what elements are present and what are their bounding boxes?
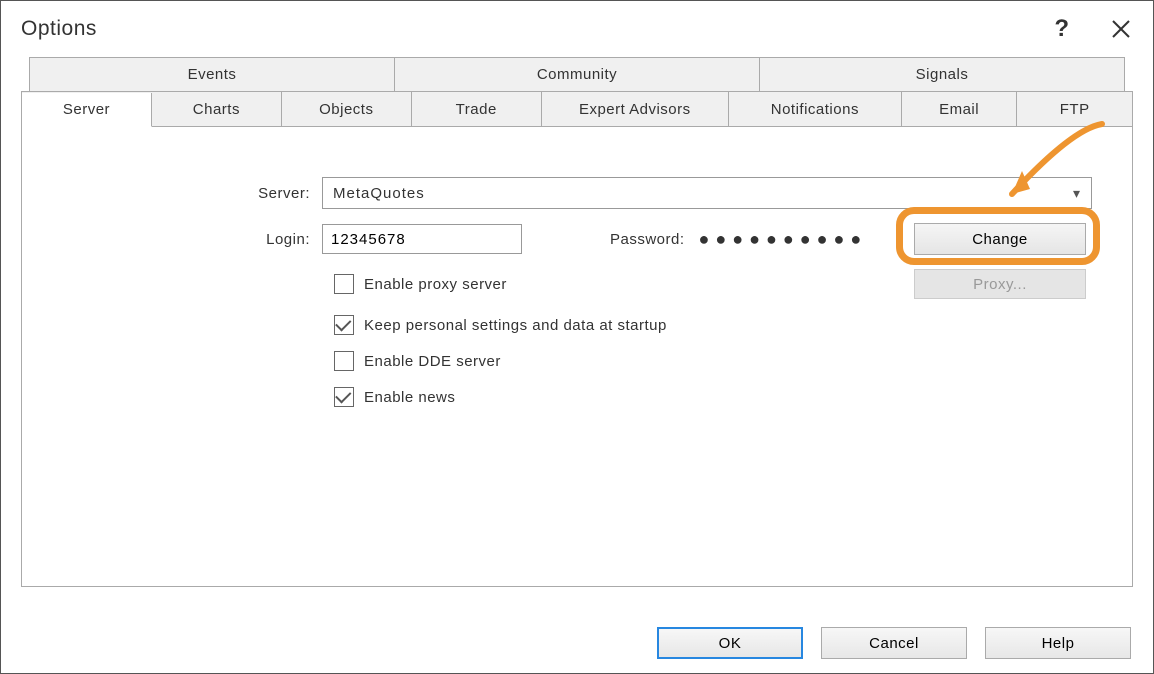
tab-trade[interactable]: Trade xyxy=(412,92,542,126)
tab-community[interactable]: Community xyxy=(395,58,760,91)
row-proxy: Enable proxy server Proxy... xyxy=(62,269,1092,299)
change-button[interactable]: Change xyxy=(914,223,1086,255)
options-dialog: Options ? Events Community Signals Serve… xyxy=(0,0,1154,674)
label-login: Login: xyxy=(62,231,322,248)
label-news[interactable]: Enable news xyxy=(364,389,455,406)
label-dde[interactable]: Enable DDE server xyxy=(364,353,501,370)
server-value: MetaQuotes xyxy=(333,185,425,202)
dialog-footer: OK Cancel Help xyxy=(657,627,1131,659)
label-keep-settings[interactable]: Keep personal settings and data at start… xyxy=(364,317,667,334)
tab-events[interactable]: Events xyxy=(30,58,395,91)
row-dde: Enable DDE server xyxy=(62,351,1092,371)
row-login: Login: Password: ●●●●●●●●●● Change xyxy=(62,223,1092,255)
checkbox-news[interactable] xyxy=(334,387,354,407)
login-input[interactable] xyxy=(322,224,522,254)
label-server: Server: xyxy=(62,185,322,202)
tab-email[interactable]: Email xyxy=(902,92,1018,126)
help-icon[interactable]: ? xyxy=(1054,15,1069,43)
tab-signals[interactable]: Signals xyxy=(760,58,1124,91)
help-button[interactable]: Help xyxy=(985,627,1131,659)
tab-row-front: Server Charts Objects Trade Expert Advis… xyxy=(21,91,1133,127)
tab-server[interactable]: Server xyxy=(22,93,152,127)
tab-charts[interactable]: Charts xyxy=(152,92,282,126)
row-server: Server: MetaQuotes ▾ xyxy=(62,177,1092,209)
checkbox-enable-proxy[interactable] xyxy=(334,274,354,294)
titlebar: Options ? xyxy=(1,1,1153,57)
label-enable-proxy[interactable]: Enable proxy server xyxy=(364,276,507,293)
proxy-button: Proxy... xyxy=(914,269,1086,299)
ok-button[interactable]: OK xyxy=(657,627,803,659)
server-select[interactable]: MetaQuotes ▾ xyxy=(322,177,1092,209)
row-keep-settings: Keep personal settings and data at start… xyxy=(62,315,1092,335)
password-mask: ●●●●●●●●●● xyxy=(699,229,868,250)
label-password: Password: xyxy=(610,231,685,248)
titlebar-controls: ? xyxy=(1054,15,1133,43)
row-news: Enable news xyxy=(62,387,1092,407)
tabs-area: Events Community Signals Server Charts O… xyxy=(1,57,1153,587)
tab-objects[interactable]: Objects xyxy=(282,92,412,126)
checkbox-keep-settings[interactable] xyxy=(334,315,354,335)
tab-panel-server: Server: MetaQuotes ▾ Login: Password: ●●… xyxy=(21,127,1133,587)
tab-expert-advisors[interactable]: Expert Advisors xyxy=(542,92,729,126)
tab-notifications[interactable]: Notifications xyxy=(729,92,902,126)
tab-row-back: Events Community Signals xyxy=(29,57,1125,91)
checkbox-dde[interactable] xyxy=(334,351,354,371)
chevron-down-icon: ▾ xyxy=(1073,185,1081,202)
close-icon[interactable] xyxy=(1109,17,1133,41)
window-title: Options xyxy=(21,17,97,41)
cancel-button[interactable]: Cancel xyxy=(821,627,967,659)
tab-ftp[interactable]: FTP xyxy=(1017,92,1132,126)
